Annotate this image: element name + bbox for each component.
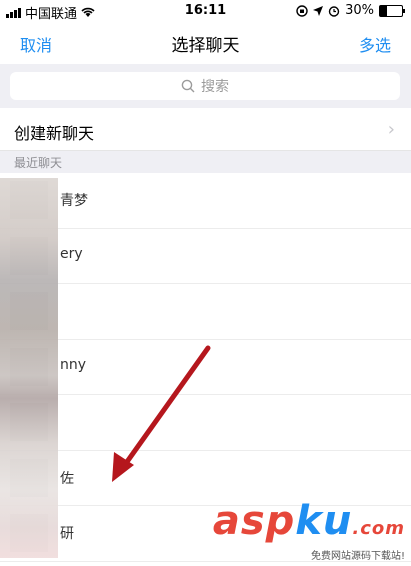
watermark-logo: aspku.com 免费网站源码下载站! [213, 501, 405, 562]
chat-name: 研 [60, 526, 74, 542]
chat-row[interactable]: 青梦 [0, 173, 411, 229]
battery-percent: 30% [345, 3, 374, 18]
alarm-icon [328, 5, 340, 17]
rotation-lock-icon [296, 4, 308, 17]
chat-row[interactable] [0, 395, 411, 451]
chat-row[interactable] [0, 284, 411, 340]
chevron-right-icon: › [387, 119, 395, 140]
search-icon [181, 79, 195, 93]
search-input[interactable]: 搜索 [10, 72, 400, 100]
watermark-sub: 免费网站源码下载站! [310, 551, 405, 562]
multi-select-button[interactable]: 多选 [359, 32, 391, 56]
create-new-chat-row[interactable]: 创建新聊天 › [0, 110, 411, 151]
search-placeholder: 搜索 [201, 79, 229, 95]
chat-name: ery [60, 245, 83, 262]
nav-bar: 取消 选择聊天 多选 [0, 22, 411, 62]
location-icon [313, 5, 324, 16]
chat-name: 青梦 [60, 193, 88, 209]
page-title: 选择聊天 [171, 36, 240, 56]
watermark-main: aspku.com [212, 498, 405, 544]
status-right: 30% [296, 3, 405, 18]
chat-row[interactable]: nny [0, 340, 411, 395]
privacy-blur-overlay [0, 178, 58, 558]
battery-fill [380, 5, 387, 16]
chat-name: nny [60, 356, 87, 373]
search-section: 搜索 [0, 64, 411, 108]
recent-chats-label: 最近聊天 [14, 156, 63, 170]
recent-chats-header: 最近聊天 [0, 151, 411, 173]
chat-name: 佐 [60, 470, 74, 487]
battery-icon [379, 4, 405, 17]
chat-row[interactable]: ery [0, 229, 411, 284]
status-bar: 中国联通 16:11 30% [0, 0, 411, 22]
create-new-chat-label: 创建新聊天 [14, 124, 95, 143]
